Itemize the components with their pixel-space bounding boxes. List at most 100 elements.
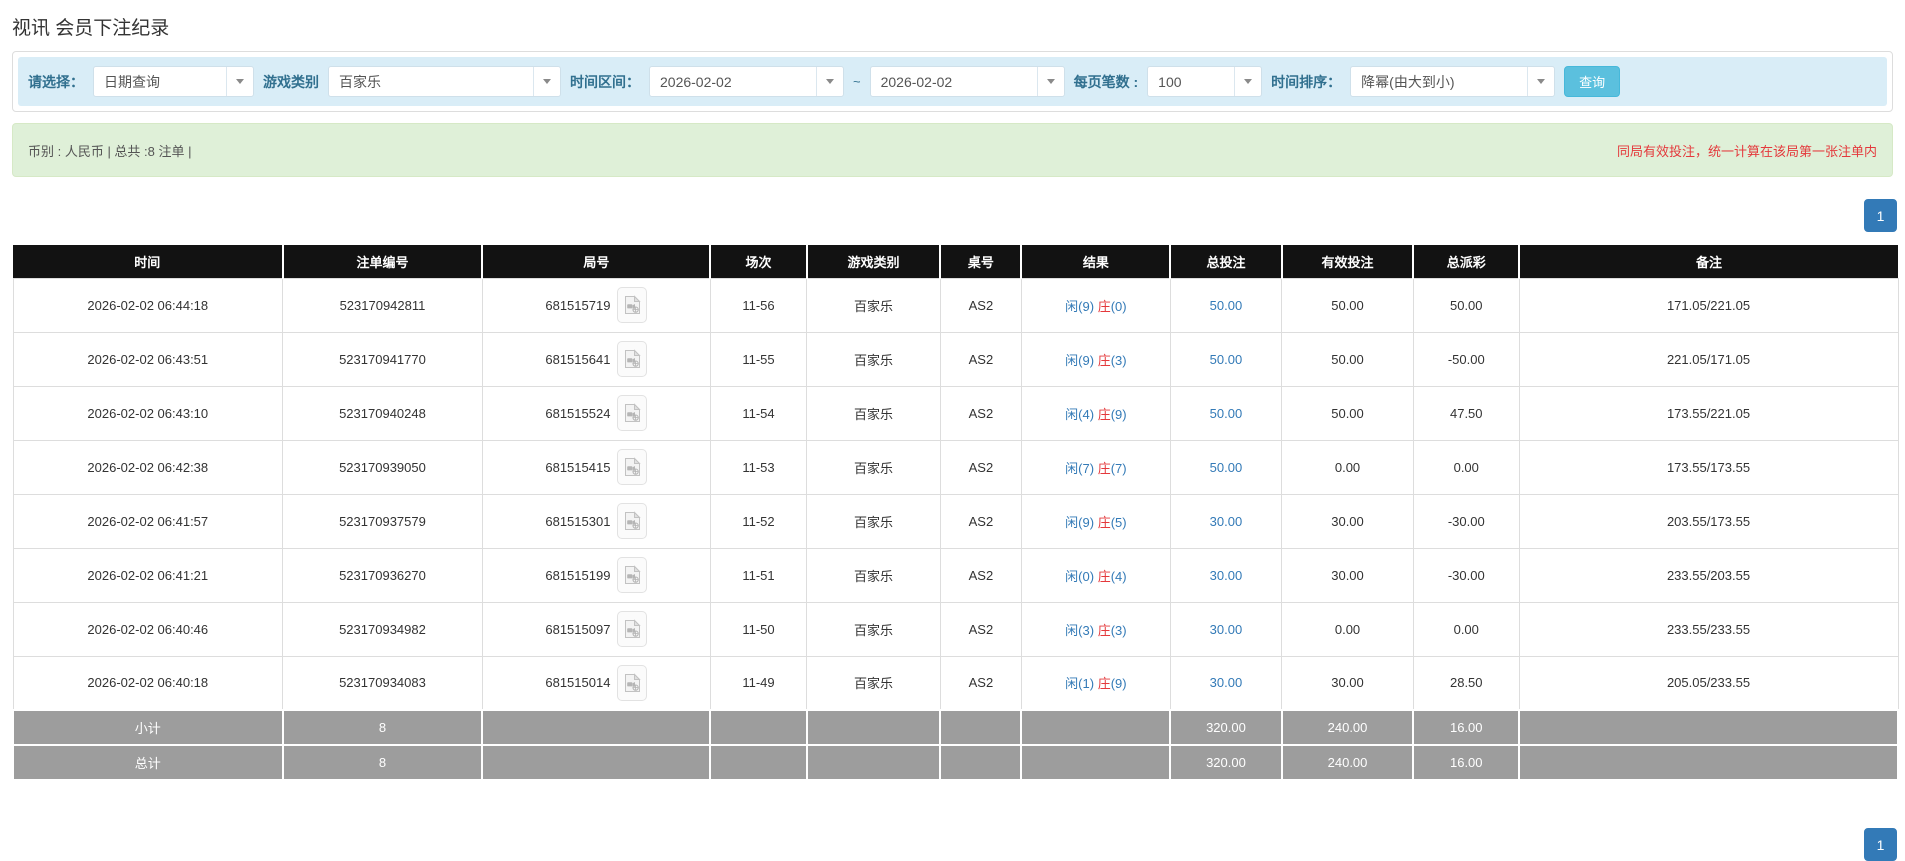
cell-round-id: 681515524: [545, 405, 611, 421]
page-1-button[interactable]: 1: [1864, 199, 1897, 232]
result-banker: 庄: [1097, 622, 1111, 638]
video-record-icon: [624, 619, 641, 638]
cell-bet-id: 523170934982: [282, 601, 483, 657]
cell-payout: -30.00: [1412, 547, 1520, 603]
cell-table-no: AS2: [939, 277, 1022, 333]
total-payout: 16.00: [1412, 744, 1521, 781]
pagination-bottom: 1: [1864, 828, 1897, 861]
chevron-down-icon[interactable]: [1527, 67, 1555, 96]
video-replay-button[interactable]: [617, 557, 648, 593]
search-button[interactable]: 查询: [1564, 66, 1621, 97]
cell-remark: 205.05/233.55: [1518, 655, 1899, 711]
result-banker-score: (9): [1110, 406, 1127, 422]
cell-game: 百家乐: [806, 331, 941, 387]
game-type-select[interactable]: 百家乐: [328, 66, 561, 97]
col-round-id: 局号: [482, 245, 712, 278]
video-replay-button[interactable]: [617, 664, 648, 701]
result-player: 闲(9): [1065, 352, 1098, 368]
page-size-value: 100: [1158, 73, 1182, 90]
subtotal-valid-bet: 240.00: [1280, 709, 1415, 746]
video-replay-button[interactable]: [617, 287, 648, 323]
video-record-icon: [624, 673, 641, 692]
filter-panel: 请选择： 日期查询 游戏类别 百家乐 时间区间： 2026-02-02 ~ 20…: [12, 51, 1893, 112]
game-type-value: 百家乐: [339, 73, 381, 90]
video-replay-button[interactable]: [617, 449, 648, 485]
cell-result: 闲(7) 庄(7): [1020, 439, 1171, 495]
cell-remark: 221.05/171.05: [1518, 331, 1899, 387]
page-size-select[interactable]: 100: [1147, 66, 1263, 97]
col-table-no: 桌号: [940, 245, 1023, 278]
cell-game: 百家乐: [806, 493, 941, 549]
result-banker-score: (5): [1110, 514, 1127, 530]
video-replay-button[interactable]: [617, 341, 648, 377]
cell-session: 11-50: [709, 601, 808, 657]
query-type-select[interactable]: 日期查询: [93, 66, 254, 97]
video-replay-button[interactable]: [617, 611, 648, 647]
video-replay-button[interactable]: [617, 395, 648, 431]
col-payout: 总派彩: [1413, 245, 1521, 278]
total-bet-link[interactable]: 30.00: [1210, 622, 1243, 637]
cell-round-id: 681515199: [545, 567, 611, 583]
cell-table-no: AS2: [939, 439, 1022, 495]
total-bet-link[interactable]: 30.00: [1210, 514, 1243, 529]
sort-select[interactable]: 降幂(由大到小): [1350, 66, 1556, 97]
col-game-type: 游戏类别: [806, 245, 942, 278]
cell-valid-bet: 0.00: [1281, 601, 1414, 657]
table-row: 2026-02-02 06:40:46 523170934982 6815150…: [12, 601, 1899, 657]
result-banker-score: (9): [1110, 676, 1127, 692]
chevron-down-icon[interactable]: [533, 67, 560, 96]
result-player: 闲(1): [1065, 676, 1098, 692]
summary-bar: 币别 : 人民币 | 总共 :8 注单 | 同局有效投注，统一计算在该局第一张注…: [12, 123, 1893, 177]
sort-value: 降幂(由大到小): [1361, 73, 1455, 90]
total-bet-link[interactable]: 30.00: [1210, 568, 1243, 583]
result-player: 闲(9): [1065, 514, 1098, 530]
date-to-picker[interactable]: 2026-02-02: [869, 66, 1065, 97]
total-bet-link[interactable]: 50.00: [1210, 352, 1243, 367]
cell-payout: 28.50: [1412, 655, 1520, 711]
video-record-icon: [624, 349, 641, 368]
cell-time: 2026-02-02 06:43:51: [12, 331, 284, 387]
total-bet-link[interactable]: 30.00: [1210, 675, 1243, 690]
cell-session: 11-52: [709, 493, 808, 549]
cell-result: 闲(4) 庄(9): [1020, 385, 1171, 441]
date-from-picker[interactable]: 2026-02-02: [649, 66, 844, 97]
chevron-down-icon[interactable]: [1036, 67, 1064, 96]
result-banker-score: (3): [1110, 622, 1127, 638]
total-bet-link[interactable]: 50.00: [1210, 406, 1243, 421]
result-banker: 庄: [1097, 298, 1111, 314]
chevron-down-icon[interactable]: [1234, 67, 1262, 96]
chevron-down-icon[interactable]: [816, 67, 843, 96]
total-total-bet: 320.00: [1169, 744, 1283, 781]
cell-result: 闲(9) 庄(3): [1020, 331, 1171, 387]
table-header: 时间 注单编号 局号 场次 游戏类别 桌号 结果 总投注 有效投注 总派彩 备注: [13, 245, 1898, 278]
chevron-down-icon[interactable]: [226, 67, 253, 96]
total-bet-link[interactable]: 50.00: [1210, 298, 1243, 313]
page-1-button-bottom[interactable]: 1: [1864, 828, 1897, 861]
cell-valid-bet: 30.00: [1281, 547, 1414, 603]
cell-payout: 0.00: [1412, 439, 1520, 495]
cell-valid-bet: 50.00: [1281, 385, 1414, 441]
bet-records-table: 时间 注单编号 局号 场次 游戏类别 桌号 结果 总投注 有效投注 总派彩 备注…: [12, 245, 1899, 781]
cell-remark: 173.55/221.05: [1518, 385, 1899, 441]
video-replay-button[interactable]: [617, 503, 648, 539]
cell-game: 百家乐: [806, 655, 941, 711]
result-banker-score: (3): [1110, 352, 1127, 368]
cell-remark: 171.05/221.05: [1518, 277, 1899, 333]
cell-payout: 0.00: [1412, 601, 1520, 657]
video-record-icon: [624, 403, 641, 422]
range-separator: ~: [853, 74, 861, 89]
cell-payout: -50.00: [1412, 331, 1520, 387]
filter-bar: 请选择： 日期查询 游戏类别 百家乐 时间区间： 2026-02-02 ~ 20…: [18, 57, 1887, 106]
cell-session: 11-51: [709, 547, 808, 603]
cell-bet-id: 523170941770: [282, 331, 483, 387]
page-size-label: 每页笔数 :: [1073, 73, 1139, 90]
result-banker-score: (7): [1110, 460, 1127, 476]
page-title: 视讯 会员下注纪录: [12, 18, 170, 39]
cell-valid-bet: 30.00: [1281, 493, 1414, 549]
cell-bet-id: 523170942811: [282, 277, 483, 333]
total-row: 总计 8 320.00 240.00 16.00: [12, 744, 1899, 781]
col-valid-bet: 有效投注: [1281, 245, 1415, 278]
total-bet-link[interactable]: 50.00: [1210, 460, 1243, 475]
cell-result: 闲(9) 庄(5): [1020, 493, 1171, 549]
table-row: 2026-02-02 06:41:57 523170937579 6815153…: [12, 493, 1899, 549]
